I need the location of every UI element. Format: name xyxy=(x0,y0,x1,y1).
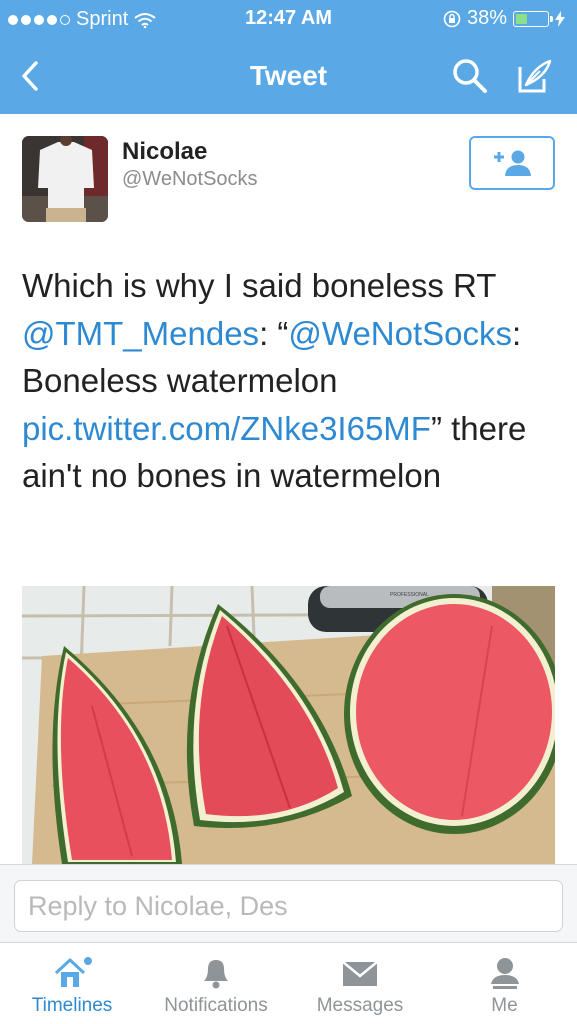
battery-area: 38% xyxy=(443,7,565,30)
follow-button[interactable] xyxy=(469,136,555,190)
author-handle[interactable]: @WeNotSocks xyxy=(122,168,258,191)
tweet-text: : “ xyxy=(259,314,289,352)
tweet-body: Which is why I said boneless RT @TMT_Men… xyxy=(22,262,562,500)
reply-bar: Reply to Nicolae, Des xyxy=(0,864,577,942)
tab-notifications[interactable]: Notifications xyxy=(144,943,288,1024)
tab-label: Timelines xyxy=(31,995,113,1016)
tab-label: Notifications xyxy=(164,995,268,1016)
author-name[interactable]: Nicolae xyxy=(122,138,207,166)
appliance-label: PROFESSIONAL xyxy=(390,592,429,598)
mention-link[interactable]: @TMT_Mendes xyxy=(22,315,259,352)
profile-icon xyxy=(490,958,519,989)
battery-icon xyxy=(513,10,553,27)
add-user-icon xyxy=(494,150,531,176)
tab-bar: Timelines Notifications Messages Me xyxy=(0,942,577,1024)
avatar-photo xyxy=(22,136,108,222)
compose-button[interactable] xyxy=(513,54,557,98)
tab-label: Me xyxy=(491,995,518,1016)
battery-percent: 38% xyxy=(466,7,507,29)
tab-me[interactable]: Me xyxy=(432,943,577,1024)
navigation-bar: Tweet xyxy=(0,38,577,114)
photo-link[interactable]: pic.twitter.com/ZNke3I65MF xyxy=(22,410,431,447)
watermelon-photo: PROFESSIONAL xyxy=(22,586,555,864)
tab-label: Messages xyxy=(316,995,404,1016)
search-button[interactable] xyxy=(448,54,492,98)
bell-icon xyxy=(204,960,228,989)
tweet-text: Which is why I said boneless RT xyxy=(22,267,496,304)
search-icon xyxy=(453,59,487,93)
tab-timelines[interactable]: Timelines xyxy=(0,943,144,1024)
reply-input[interactable]: Reply to Nicolae, Des xyxy=(14,880,563,932)
tweet-author: Nicolae @WeNotSocks xyxy=(22,136,555,226)
compose-quill-icon xyxy=(518,59,552,93)
rotation-lock-icon xyxy=(443,10,461,27)
charging-bolt-icon xyxy=(555,10,565,27)
tab-messages[interactable]: Messages xyxy=(288,943,432,1024)
mention-link[interactable]: @WeNotSocks xyxy=(288,315,512,352)
home-icon xyxy=(54,957,92,987)
envelope-icon xyxy=(342,961,378,986)
tweet-photo[interactable]: PROFESSIONAL xyxy=(22,586,555,864)
avatar[interactable] xyxy=(22,136,108,222)
status-bar: Sprint 12:47 AM 38% xyxy=(0,0,577,38)
